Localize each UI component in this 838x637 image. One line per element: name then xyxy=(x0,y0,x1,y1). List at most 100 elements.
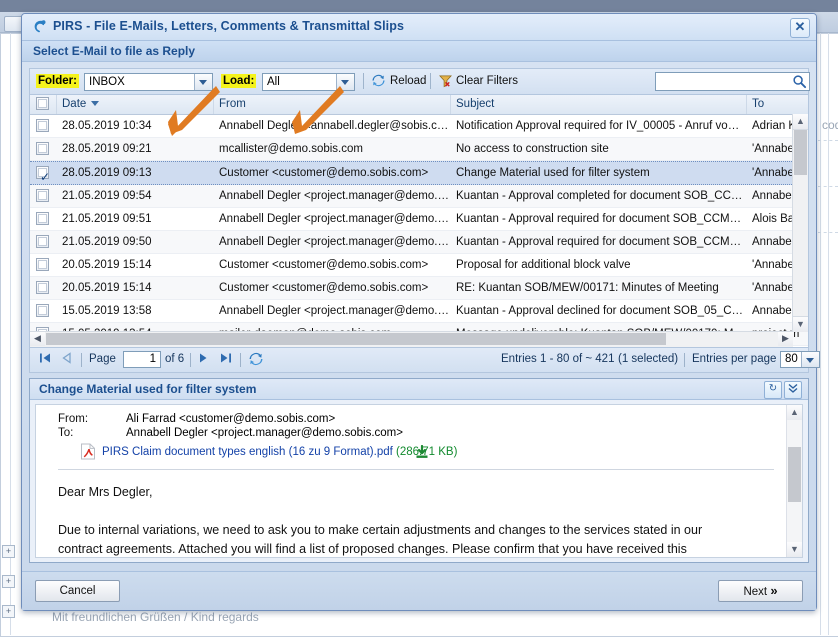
cell-date: 21.05.2019 09:50 xyxy=(57,231,214,253)
row-checkbox[interactable] xyxy=(36,189,49,202)
clear-filters-button[interactable]: Clear Filters xyxy=(456,75,518,87)
scroll-down-icon[interactable]: ▼ xyxy=(787,542,802,557)
download-icon[interactable] xyxy=(415,445,429,462)
row-checkbox[interactable] xyxy=(36,281,49,294)
dialog-body: Folder: INBOX Load: All Reload xyxy=(22,62,816,563)
column-header-date[interactable]: Date xyxy=(57,95,214,114)
prev-page-icon[interactable] xyxy=(61,352,73,367)
table-row[interactable]: 21.05.2019 09:51Annabell Degler <project… xyxy=(30,208,808,231)
load-select[interactable]: All xyxy=(262,73,355,91)
page-count-label: of 6 xyxy=(165,353,184,365)
email-grid[interactable]: Date From Subject To 28.05.2019 10:34Ann… xyxy=(29,94,809,348)
cell-from: Annabell Degler <project.manager@demo.so… xyxy=(214,300,451,322)
scroll-down-icon[interactable]: ▼ xyxy=(793,316,808,332)
row-checkbox[interactable] xyxy=(36,119,49,132)
chevron-down-icon[interactable] xyxy=(336,74,354,90)
refresh-icon[interactable] xyxy=(248,351,264,370)
table-row[interactable]: 21.05.2019 09:50Annabell Degler <project… xyxy=(30,231,808,254)
cell-date: 28.05.2019 09:13 xyxy=(57,162,214,184)
table-row[interactable]: 28.05.2019 09:21mcallister@demo.sobis.co… xyxy=(30,138,808,161)
search-icon[interactable] xyxy=(792,74,807,92)
cell-from: Annabell Degler <project.manager@demo.so… xyxy=(214,208,451,230)
preview-from-label: From: xyxy=(58,413,88,425)
reload-icon[interactable] xyxy=(371,73,386,91)
row-select-cell[interactable] xyxy=(30,231,57,253)
scrollbar-thumb[interactable] xyxy=(46,333,666,345)
table-row[interactable]: 20.05.2019 15:14Customer <customer@demo.… xyxy=(30,277,808,300)
cancel-button[interactable]: Cancel xyxy=(35,580,120,602)
load-label: Load: xyxy=(221,74,256,88)
email-preview-pane: Change Material used for filter system ↻… xyxy=(29,378,809,563)
chevron-down-icon[interactable] xyxy=(801,352,819,367)
next-button[interactable]: Next » xyxy=(718,580,803,602)
row-select-cell[interactable] xyxy=(30,185,57,207)
row-select-cell[interactable] xyxy=(30,115,57,137)
attachment-link[interactable]: PIRS Claim document types english (16 zu… xyxy=(102,446,457,458)
dialog-footer: Cancel Next » xyxy=(22,571,816,610)
table-row[interactable]: 20.05.2019 15:14Customer <customer@demo.… xyxy=(30,254,808,277)
grid-vertical-scrollbar[interactable]: ▲ ▼ xyxy=(792,114,808,332)
background-expander: + xyxy=(2,605,15,618)
table-row[interactable]: 15.05.2019 13:58Annabell Degler <project… xyxy=(30,300,808,323)
entries-per-page-select[interactable]: 80 xyxy=(780,351,820,368)
pager-separator xyxy=(240,353,241,367)
row-checkbox[interactable] xyxy=(36,258,49,271)
select-all-checkbox[interactable] xyxy=(36,97,49,110)
folder-select-value: INBOX xyxy=(89,76,125,88)
row-select-cell[interactable] xyxy=(30,162,57,184)
row-checkbox[interactable] xyxy=(36,142,49,155)
first-page-icon[interactable] xyxy=(39,352,51,367)
next-page-icon[interactable] xyxy=(197,352,209,367)
background-expander: + xyxy=(2,575,15,588)
chevron-down-icon[interactable] xyxy=(194,74,212,90)
last-page-icon[interactable] xyxy=(220,352,232,367)
table-row[interactable]: 28.05.2019 09:13Customer <customer@demo.… xyxy=(30,161,808,185)
table-row[interactable]: 21.05.2019 09:54Annabell Degler <project… xyxy=(30,185,808,208)
reload-button[interactable]: Reload xyxy=(390,75,426,87)
row-select-cell[interactable] xyxy=(30,138,57,160)
preview-vertical-scrollbar[interactable]: ▲ ▼ xyxy=(786,405,802,557)
background-divider xyxy=(820,33,821,635)
clear-filters-icon[interactable] xyxy=(438,73,453,91)
scroll-up-icon[interactable]: ▲ xyxy=(793,114,808,130)
row-checkbox[interactable] xyxy=(36,212,49,225)
row-select-cell[interactable] xyxy=(30,254,57,276)
row-select-cell[interactable] xyxy=(30,208,57,230)
folder-select[interactable]: INBOX xyxy=(84,73,213,91)
toolbar-separator xyxy=(430,73,431,89)
column-header-date-label: Date xyxy=(62,98,86,110)
row-checkbox[interactable] xyxy=(36,235,49,248)
page-number-input[interactable]: 1 xyxy=(123,351,161,368)
row-checkbox-checked[interactable] xyxy=(36,166,49,179)
table-row[interactable]: 28.05.2019 10:34Annabell Degler <annabel… xyxy=(30,115,808,138)
selected-count-label: (1 selected) xyxy=(618,353,678,365)
cell-date: 15.05.2019 13:58 xyxy=(57,300,214,322)
cell-from: Customer <customer@demo.sobis.com> xyxy=(214,277,451,299)
scroll-up-icon[interactable]: ▲ xyxy=(787,405,802,420)
scrollbar-thumb[interactable] xyxy=(788,447,801,502)
scrollbar-thumb[interactable] xyxy=(794,130,807,175)
search-input[interactable] xyxy=(655,72,810,91)
select-all-header[interactable] xyxy=(30,95,57,114)
row-select-cell[interactable] xyxy=(30,277,57,299)
cell-from: Annabell Degler <project.manager@demo.so… xyxy=(214,231,451,253)
preview-body-line-1: Dear Mrs Degler, xyxy=(58,483,152,502)
scroll-left-icon[interactable]: ◀ xyxy=(30,332,45,346)
column-header-to[interactable]: To xyxy=(747,95,812,114)
toolbar-separator xyxy=(363,73,364,89)
row-checkbox[interactable] xyxy=(36,304,49,317)
preview-body-line-2: Due to internal variations, we need to a… xyxy=(58,521,702,540)
preview-collapse-icon[interactable] xyxy=(784,381,802,399)
grid-horizontal-scrollbar[interactable]: ◀ ▶ xyxy=(30,331,793,347)
cell-from: mcallister@demo.sobis.com xyxy=(214,138,451,160)
cell-subject: Notification Approval required for IV_00… xyxy=(451,115,747,137)
scroll-right-icon[interactable]: ▶ xyxy=(778,332,793,346)
preview-refresh-icon[interactable]: ↻ xyxy=(764,381,782,399)
column-header-subject[interactable]: Subject xyxy=(451,95,747,114)
close-icon[interactable]: ✕ xyxy=(790,18,810,38)
cell-subject: Kuantan - Approval required for document… xyxy=(451,208,747,230)
cell-date: 28.05.2019 10:34 xyxy=(57,115,214,137)
row-select-cell[interactable] xyxy=(30,300,57,322)
column-header-from[interactable]: From xyxy=(214,95,451,114)
attachment-name: PIRS Claim document types english (16 zu… xyxy=(102,446,393,458)
